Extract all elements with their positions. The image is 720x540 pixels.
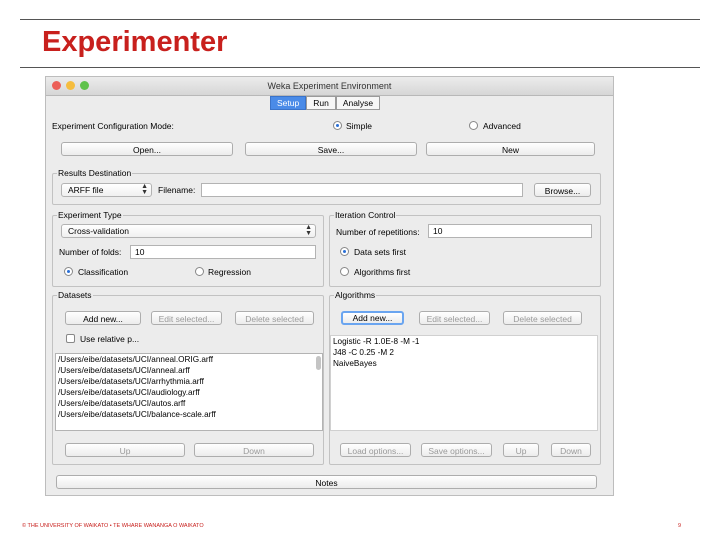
load-options-button[interactable]: Load options...: [340, 443, 411, 457]
classification-radio[interactable]: [64, 267, 73, 276]
list-item[interactable]: /Users/eibe/datasets/UCI/autos.arff: [56, 398, 322, 409]
page-number: 9: [678, 523, 682, 529]
browse-button[interactable]: Browse...: [534, 183, 591, 197]
window-title: Weka Experiment Environment: [267, 81, 392, 91]
experiment-type-title: Experiment Type: [57, 210, 123, 220]
regression-radio[interactable]: [195, 267, 204, 276]
datasets-first-radio[interactable]: [340, 247, 349, 256]
algorithms-list[interactable]: Logistic -R 1.0E-8 -M -1 J48 -C 0.25 -M …: [330, 335, 598, 431]
filename-field[interactable]: [201, 183, 523, 197]
algorithms-title: Algorithms: [334, 290, 377, 300]
list-item[interactable]: /Users/eibe/datasets/UCI/anneal.arff: [56, 365, 322, 376]
dataset-down-button[interactable]: Down: [194, 443, 314, 457]
experiment-window: Weka Experiment Environment Setup Run An…: [45, 76, 614, 496]
advanced-label: Advanced: [483, 121, 521, 131]
select-arrows-icon: ▲ ▼: [141, 183, 148, 196]
folds-label: Number of folds:: [59, 247, 122, 257]
list-item[interactable]: NaiveBayes: [331, 358, 597, 369]
tab-setup[interactable]: Setup: [270, 96, 307, 110]
classification-label: Classification: [78, 267, 129, 277]
folds-field[interactable]: 10: [130, 245, 316, 259]
results-format-value: ARFF file: [68, 185, 104, 195]
footer-text: © THE UNIVERSITY OF WAIKATO • TE WHARE W…: [22, 523, 204, 529]
simple-radio[interactable]: [333, 121, 342, 130]
edit-dataset-button[interactable]: Edit selected...: [151, 311, 222, 325]
config-mode-label: Experiment Configuration Mode:: [52, 121, 174, 131]
new-button[interactable]: New: [426, 142, 595, 156]
datasets-scrollbar[interactable]: [316, 356, 321, 370]
list-item[interactable]: J48 -C 0.25 -M 2: [331, 347, 597, 358]
algorithm-down-button[interactable]: Down: [551, 443, 591, 457]
delete-dataset-button[interactable]: Delete selected: [235, 311, 314, 325]
list-item[interactable]: /Users/eibe/datasets/UCI/audiology.arff: [56, 387, 322, 398]
open-button[interactable]: Open...: [61, 142, 233, 156]
repetitions-field[interactable]: 10: [428, 224, 592, 238]
list-item[interactable]: /Users/eibe/datasets/UCI/arrhythmia.arff: [56, 376, 322, 387]
results-destination-title: Results Destination: [57, 168, 133, 178]
tab-analyse[interactable]: Analyse: [335, 96, 381, 110]
relative-paths-checkbox[interactable]: [66, 334, 75, 343]
advanced-radio[interactable]: [469, 121, 478, 130]
results-format-select[interactable]: ARFF file ▲ ▼: [61, 183, 152, 197]
algorithms-first-label: Algorithms first: [354, 267, 411, 277]
title-rule: [20, 67, 700, 68]
top-rule: [20, 19, 700, 20]
slide-title: Experimenter: [42, 26, 228, 58]
save-options-button[interactable]: Save options...: [421, 443, 492, 457]
list-item[interactable]: /Users/eibe/datasets/UCI/balance-scale.a…: [56, 409, 322, 420]
list-item[interactable]: /Users/eibe/datasets/UCI/anneal.ORIG.arf…: [56, 354, 322, 365]
datasets-first-label: Data sets first: [354, 247, 406, 257]
list-item[interactable]: Logistic -R 1.0E-8 -M -1: [331, 336, 597, 347]
simple-label: Simple: [346, 121, 372, 131]
title-bar: Weka Experiment Environment: [46, 77, 613, 96]
delete-algorithm-button[interactable]: Delete selected: [503, 311, 582, 325]
add-dataset-button[interactable]: Add new...: [65, 311, 141, 325]
tab-bar: Setup Run Analyse: [270, 96, 381, 110]
algorithms-first-radio[interactable]: [340, 267, 349, 276]
algorithm-up-button[interactable]: Up: [503, 443, 539, 457]
relative-paths-label: Use relative p...: [80, 334, 140, 344]
dataset-up-button[interactable]: Up: [65, 443, 185, 457]
experiment-type-select[interactable]: Cross-validation ▲ ▼: [61, 224, 316, 238]
repetitions-label: Number of repetitions:: [336, 227, 420, 237]
notes-button[interactable]: Notes: [56, 475, 597, 489]
select-arrows-icon: ▲ ▼: [305, 224, 312, 237]
edit-algorithm-button[interactable]: Edit selected...: [419, 311, 490, 325]
save-button[interactable]: Save...: [245, 142, 417, 156]
regression-label: Regression: [208, 267, 251, 277]
tab-run[interactable]: Run: [306, 96, 336, 110]
datasets-title: Datasets: [57, 290, 93, 300]
filename-label: Filename:: [158, 185, 196, 195]
experiment-type-value: Cross-validation: [68, 226, 129, 236]
datasets-list[interactable]: /Users/eibe/datasets/UCI/anneal.ORIG.arf…: [55, 353, 323, 431]
add-algorithm-button[interactable]: Add new...: [341, 311, 404, 325]
iteration-control-title: Iteration Control: [334, 210, 397, 220]
